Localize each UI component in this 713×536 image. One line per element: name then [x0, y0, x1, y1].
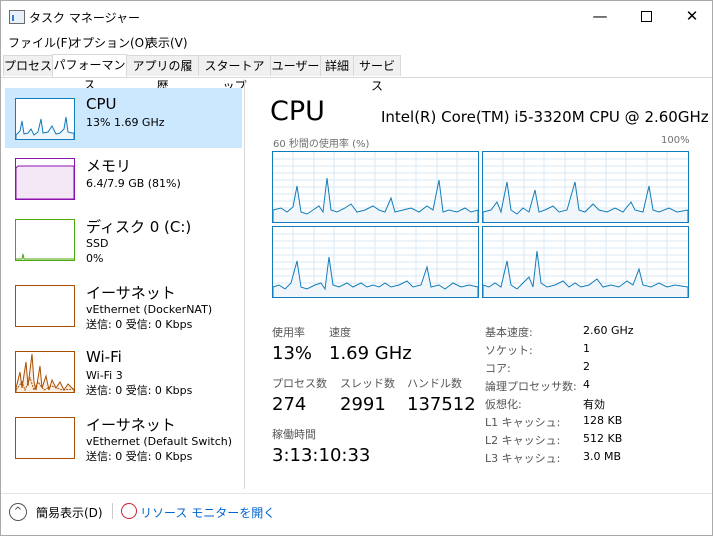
info-label-l2-cache: L2 キャッシュ:	[485, 434, 561, 447]
sidebar-item-detail: 13% 1.69 GHz	[86, 116, 165, 129]
info-value-l2-cache: 512 KB	[583, 432, 623, 445]
info-label-l3-cache: L3 キャッシュ:	[485, 452, 561, 465]
sidebar-item-cpu[interactable]: CPU 13% 1.69 GHz	[5, 88, 242, 148]
cpu-core-graph-1	[482, 151, 689, 223]
task-manager-window: タスク マネージャー — ✕ ファイル(F) オプション(O) 表示(V) プロ…	[0, 0, 713, 536]
sidebar-item-ethernet-dockernat[interactable]: イーサネット vEthernet (DockerNAT) 送信: 0 受信: 0…	[5, 281, 242, 341]
info-label-l1-cache: L1 キャッシュ:	[485, 416, 561, 429]
sidebar-item-memory[interactable]: メモリ 6.4/7.9 GB (81%)	[5, 154, 242, 214]
utilization-value: 13%	[272, 343, 313, 364]
processes-value: 274	[272, 394, 307, 415]
info-value-logical-processors: 4	[583, 378, 590, 391]
menu-file[interactable]: ファイル(F)	[8, 34, 72, 51]
handles-label: ハンドル数	[407, 377, 462, 390]
sidebar-item-label: イーサネット	[86, 416, 176, 434]
sidebar-item-detail: SSD	[86, 237, 109, 250]
menu-options[interactable]: オプション(O)	[70, 34, 149, 51]
sidebar-item-disk[interactable]: ディスク 0 (C:) SSD 0%	[5, 215, 242, 275]
tab-app-history[interactable]: アプリの履歴	[126, 55, 199, 93]
page-title: CPU	[270, 96, 325, 127]
uptime-label: 稼働時間	[272, 428, 316, 441]
fewer-details-button[interactable]: 簡易表示(D)	[36, 504, 103, 521]
info-value-base-speed: 2.60 GHz	[583, 324, 634, 337]
sidebar-item-detail: Wi-Fi 3	[86, 369, 123, 382]
sidebar-item-detail: vEthernet (DockerNAT)	[86, 303, 213, 316]
resource-monitor-icon[interactable]	[121, 503, 137, 519]
sidebar-item-label: イーサネット	[86, 284, 176, 302]
sidebar-item-detail: vEthernet (Default Switch)	[86, 435, 233, 448]
uptime-value: 3:13:10:33	[272, 445, 371, 466]
utilization-label: 使用率	[272, 326, 305, 339]
sidebar-item-label: Wi-Fi	[86, 348, 122, 366]
close-button[interactable]: ✕	[669, 1, 713, 32]
tab-processes[interactable]: プロセス	[3, 55, 53, 76]
memory-thumbnail-graph	[15, 158, 75, 200]
processes-label: プロセス数	[272, 377, 327, 390]
info-value-virtualization: 有効	[583, 398, 605, 411]
ethernet-thumbnail-graph	[15, 285, 75, 327]
tab-details[interactable]: 詳細	[320, 55, 354, 76]
sidebar-item-detail: 送信: 0 受信: 0 Kbps	[86, 384, 193, 397]
wifi-thumbnail-graph	[15, 351, 75, 393]
tab-performance[interactable]: パフォーマンス	[52, 54, 127, 92]
sidebar-item-wifi[interactable]: Wi-Fi Wi-Fi 3 送信: 0 受信: 0 Kbps	[5, 347, 242, 407]
footer-bar: ^ 簡易表示(D) リソース モニターを開く	[1, 493, 712, 536]
resource-list: CPU 13% 1.69 GHz メモリ 6.4/7.9 GB (81%) ディ…	[1, 79, 245, 489]
cpu-core-graph-0	[272, 151, 479, 223]
sidebar-item-label: ディスク 0 (C:)	[86, 218, 192, 236]
sidebar-item-detail: 0%	[86, 252, 104, 265]
info-label-cores: コア:	[485, 362, 511, 375]
footer-divider	[112, 503, 113, 519]
info-value-l1-cache: 128 KB	[583, 414, 623, 427]
sidebar-item-detail: 6.4/7.9 GB (81%)	[86, 177, 181, 190]
speed-label: 速度	[329, 326, 351, 339]
threads-label: スレッド数	[340, 377, 395, 390]
minimize-button[interactable]: —	[577, 1, 623, 32]
speed-value: 1.69 GHz	[329, 343, 412, 364]
info-value-cores: 2	[583, 360, 590, 373]
info-value-l3-cache: 3.0 MB	[583, 450, 622, 463]
sidebar-item-ethernet-default-switch[interactable]: イーサネット vEthernet (Default Switch) 送信: 0 …	[5, 413, 242, 473]
menu-bar: ファイル(F) オプション(O) 表示(V)	[1, 32, 712, 52]
task-manager-icon	[9, 10, 25, 24]
tab-users[interactable]: ユーザー	[270, 55, 321, 76]
tab-services[interactable]: サービス	[353, 55, 401, 93]
cpu-thumbnail-graph	[15, 98, 75, 140]
maximize-button[interactable]	[623, 1, 669, 32]
maximize-icon	[640, 11, 652, 22]
graph-label: 60 秒間の使用率 (%)	[273, 139, 370, 150]
threads-value: 2991	[340, 394, 386, 415]
info-label-logical-processors: 論理プロセッサ数:	[485, 380, 577, 393]
tab-startup[interactable]: スタートアップ	[198, 55, 271, 93]
sidebar-item-label: メモリ	[86, 157, 132, 175]
cpu-core-graph-3	[482, 226, 689, 298]
disk-thumbnail-graph	[15, 219, 75, 261]
graph-max-label: 100%	[661, 135, 690, 146]
info-label-sockets: ソケット:	[485, 344, 533, 357]
menu-view[interactable]: 表示(V)	[146, 34, 188, 51]
cpu-core-graph-2	[272, 226, 479, 298]
info-label-virtualization: 仮想化:	[485, 398, 522, 411]
title-bar: タスク マネージャー — ✕	[1, 1, 712, 32]
sidebar-item-detail: 送信: 0 受信: 0 Kbps	[86, 450, 193, 463]
tab-bar: プロセス パフォーマンス アプリの履歴 スタートアップ ユーザー 詳細 サービス	[1, 54, 712, 93]
cpu-model-name: Intel(R) Core(TM) i5-3320M CPU @ 2.60GHz	[381, 108, 709, 126]
info-label-base-speed: 基本速度:	[485, 326, 533, 339]
chevron-up-icon[interactable]: ^	[9, 503, 27, 521]
open-resource-monitor-link[interactable]: リソース モニターを開く	[140, 504, 275, 521]
handles-value: 137512	[407, 394, 476, 415]
ethernet-thumbnail-graph	[15, 417, 75, 459]
sidebar-item-detail: 送信: 0 受信: 0 Kbps	[86, 318, 193, 331]
sidebar-item-label: CPU	[86, 95, 117, 113]
info-value-sockets: 1	[583, 342, 590, 355]
window-title: タスク マネージャー	[29, 11, 140, 25]
